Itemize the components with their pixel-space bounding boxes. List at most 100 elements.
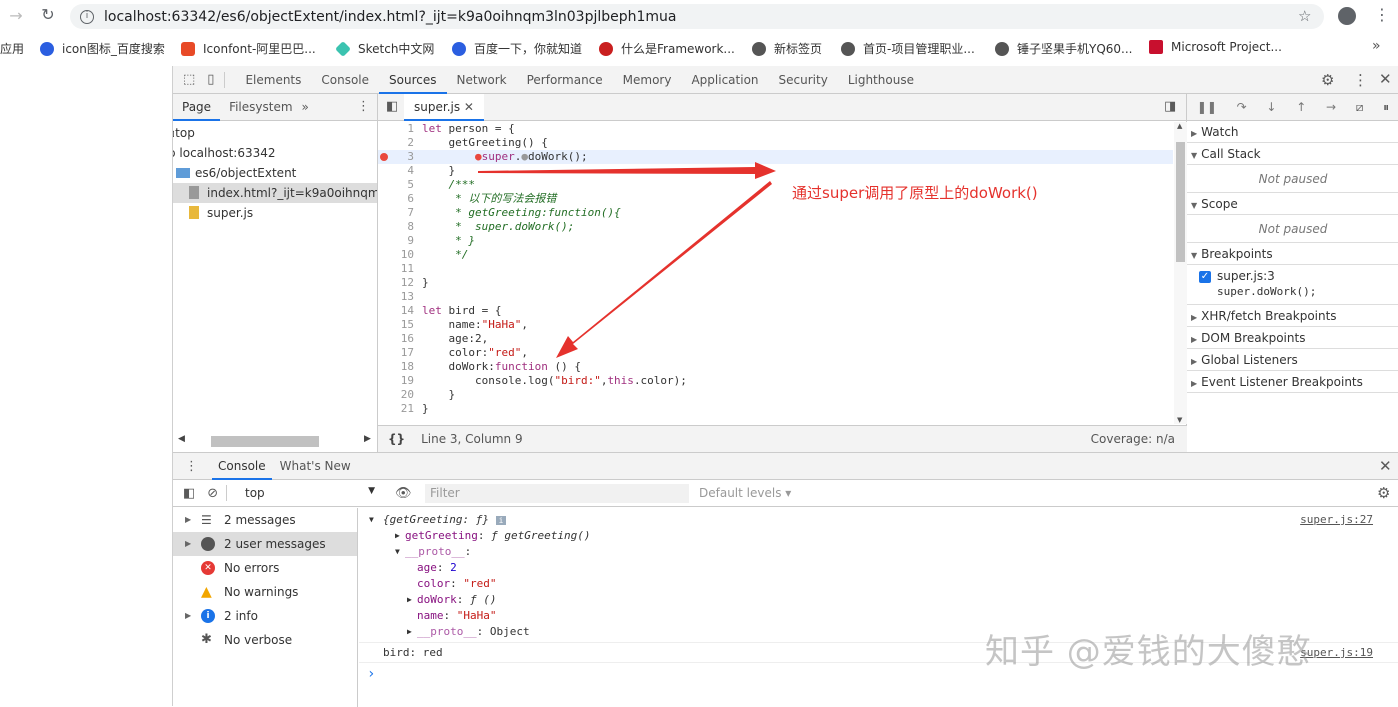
section-scope[interactable]: ▼ Scope — [1187, 193, 1398, 215]
section-watch[interactable]: ▶ Watch — [1187, 121, 1398, 143]
more-tabs-icon[interactable]: » — [302, 100, 309, 114]
sidebar-item-messages[interactable]: ▶ ☰ 2 messages — [173, 508, 357, 532]
scroll-thumb[interactable] — [211, 436, 319, 447]
bookmark-item[interactable]: Iconfont-阿里巴巴... — [181, 40, 316, 57]
bookmark-item[interactable]: icon图标_百度搜索 — [40, 40, 165, 57]
bookmark-apps[interactable]: 应用 — [0, 40, 24, 57]
horizontal-scrollbar[interactable]: ◀ ▶ — [173, 432, 378, 450]
tab-application[interactable]: Application — [681, 66, 768, 94]
section-dom-breakpoints[interactable]: ▶ DOM Breakpoints — [1187, 327, 1398, 349]
step-out-icon[interactable]: ↑ — [1296, 100, 1306, 114]
pause-icon[interactable]: ❚❚ — [1197, 100, 1217, 114]
scroll-up-icon[interactable]: ▲ — [1177, 122, 1182, 130]
bookmark-item[interactable]: 新标签页 — [752, 40, 822, 57]
tab-page[interactable]: Page — [173, 94, 221, 121]
tree-item-host[interactable]: ↄ localhost:63342 — [173, 143, 377, 163]
warning-icon: ▲ — [201, 584, 212, 600]
pause-on-exceptions-icon[interactable]: ⏸ — [1383, 100, 1389, 115]
tab-network[interactable]: Network — [447, 66, 517, 94]
toggle-navigator-icon[interactable]: ◧ — [386, 99, 398, 114]
context-select[interactable]: top ▼ — [245, 486, 375, 500]
console-message-object[interactable]: ▼ {getGreeting: ƒ} i super.js:27 ▶ getGreet… — [359, 508, 1398, 643]
scroll-thumb[interactable] — [1176, 142, 1185, 262]
bookmark-item[interactable]: 百度一下，你就知道 — [452, 40, 582, 57]
code-line: 13 — [400, 290, 414, 303]
eye-icon[interactable]: 👁 — [395, 486, 412, 501]
tab-filesystem[interactable]: Filesystem — [220, 94, 301, 121]
object-property[interactable]: ▶ getGreeting: ƒ getGreeting() — [359, 528, 1398, 544]
tab-console[interactable]: Console — [311, 66, 379, 94]
bookmark-item[interactable]: 首页-项目管理职业... — [841, 40, 975, 57]
code-line-breakpoint: 3 ●super.●doWork(); — [378, 150, 1173, 164]
bookmark-item[interactable]: 什么是Framework... — [599, 40, 735, 57]
kebab-menu-icon[interactable]: ⋮ — [1353, 71, 1368, 89]
tab-console-drawer[interactable]: Console — [212, 453, 272, 480]
close-icon[interactable]: ✕ — [1379, 70, 1392, 88]
bookmark-item[interactable]: Microsoft Project... — [1149, 40, 1282, 54]
inspect-icon[interactable]: ⬚ — [183, 72, 195, 87]
step-icon[interactable]: → — [1326, 100, 1336, 114]
sidebar-item-user-messages[interactable]: ▶ 2 user messages — [173, 532, 357, 556]
browser-menu-icon[interactable]: ⋮ — [1374, 5, 1390, 24]
close-drawer-icon[interactable]: ✕ — [1379, 457, 1392, 475]
scroll-down-icon[interactable]: ▼ — [1177, 416, 1182, 424]
step-into-icon[interactable]: ↓ — [1266, 100, 1276, 114]
tab-whats-new[interactable]: What's New — [280, 459, 351, 473]
section-global-listeners[interactable]: ▶ Global Listeners — [1187, 349, 1398, 371]
reload-icon[interactable]: ↻ — [36, 5, 60, 24]
account-icon[interactable] — [1338, 7, 1356, 25]
toggle-debugger-icon[interactable]: ◨ — [1164, 99, 1176, 114]
kebab-menu-icon[interactable]: ⋮ — [357, 99, 370, 114]
breakpoint-entry[interactable]: ✓ super.js:3 super.doWork(); — [1187, 265, 1398, 305]
toggle-sidebar-icon[interactable]: ◧ — [183, 486, 195, 501]
kebab-menu-icon[interactable]: ⋮ — [185, 459, 198, 474]
sidebar-item-info[interactable]: ▶ i 2 info — [173, 604, 357, 628]
tab-security[interactable]: Security — [769, 66, 838, 94]
log-levels-select[interactable]: Default levels ▾ — [699, 486, 791, 500]
sidebar-item-verbose[interactable]: ✱ No verbose — [173, 628, 357, 652]
tab-elements[interactable]: Elements — [235, 66, 311, 94]
site-info-icon[interactable]: i — [80, 9, 94, 24]
deactivate-breakpoints-icon[interactable]: ⧄ — [1356, 100, 1364, 115]
code-area[interactable]: 1 let person = { 2 getGreeting() { 3 ●sup… — [378, 122, 1173, 424]
bookmark-item[interactable]: 锤子坚果手机YQ60... — [995, 40, 1133, 57]
tab-sources[interactable]: Sources — [379, 65, 447, 94]
object-property[interactable]: ▶ doWork: ƒ () — [359, 592, 1398, 608]
section-breakpoints[interactable]: ▼ Breakpoints — [1187, 243, 1398, 265]
section-xhr-breakpoints[interactable]: ▶ XHR/fetch Breakpoints — [1187, 305, 1398, 327]
bookmark-star-icon[interactable]: ☆ — [1298, 7, 1311, 25]
section-event-listener-breakpoints[interactable]: ▶ Event Listener Breakpoints — [1187, 371, 1398, 393]
close-tab-icon[interactable]: ✕ — [464, 100, 474, 114]
bookmark-item[interactable]: Sketch中文网 — [335, 40, 434, 57]
object-property[interactable]: ▼ __proto__: — [359, 544, 1398, 560]
address-bar[interactable]: i localhost:63342/es6/objectExtent/index… — [70, 4, 1324, 29]
object-summary[interactable]: ▼ {getGreeting: ƒ} i super.js:27 — [359, 512, 1398, 528]
pretty-print-icon[interactable]: {} — [388, 432, 405, 446]
filter-input[interactable]: Filter — [425, 484, 689, 503]
breakpoint-checkbox[interactable]: ✓ — [1199, 271, 1211, 283]
console-settings-gear-icon[interactable]: ⚙ — [1377, 484, 1390, 502]
section-call-stack[interactable]: ▼ Call Stack — [1187, 143, 1398, 165]
scroll-left-icon[interactable]: ◀ — [178, 434, 185, 444]
tree-item-super-js[interactable]: super.js — [173, 203, 377, 223]
step-over-icon[interactable]: ↷ — [1237, 100, 1247, 114]
tab-lighthouse[interactable]: Lighthouse — [838, 66, 924, 94]
tab-performance[interactable]: Performance — [517, 66, 613, 94]
tree-item-index-html[interactable]: index.html?_ijt=k9a0oihnqm3ln0 — [173, 183, 377, 203]
tab-memory[interactable]: Memory — [613, 66, 682, 94]
scroll-right-icon[interactable]: ▶ — [364, 434, 371, 444]
bookmark-label: Microsoft Project... — [1171, 40, 1282, 54]
tree-item-top[interactable]: ▫top — [173, 123, 377, 143]
sidebar-item-errors[interactable]: ✕ No errors — [173, 556, 357, 580]
more-bookmarks-icon[interactable]: » — [1372, 38, 1381, 54]
sidebar-item-warnings[interactable]: ▲ No warnings — [173, 580, 357, 604]
tree-item-folder[interactable]: es6/objectExtent — [173, 163, 377, 183]
vertical-scrollbar[interactable]: ▲ ▼ — [1174, 122, 1187, 424]
forward-icon[interactable]: → — [4, 6, 28, 25]
breakpoint-marker[interactable] — [380, 153, 388, 161]
source-link[interactable]: super.js:27 — [1300, 512, 1373, 528]
device-toggle-icon[interactable]: ▯ — [207, 72, 214, 87]
gear-icon[interactable]: ⚙ — [1321, 71, 1334, 89]
file-tab-super-js[interactable]: super.js ✕ — [404, 93, 484, 121]
clear-console-icon[interactable]: ⊘ — [207, 486, 218, 501]
